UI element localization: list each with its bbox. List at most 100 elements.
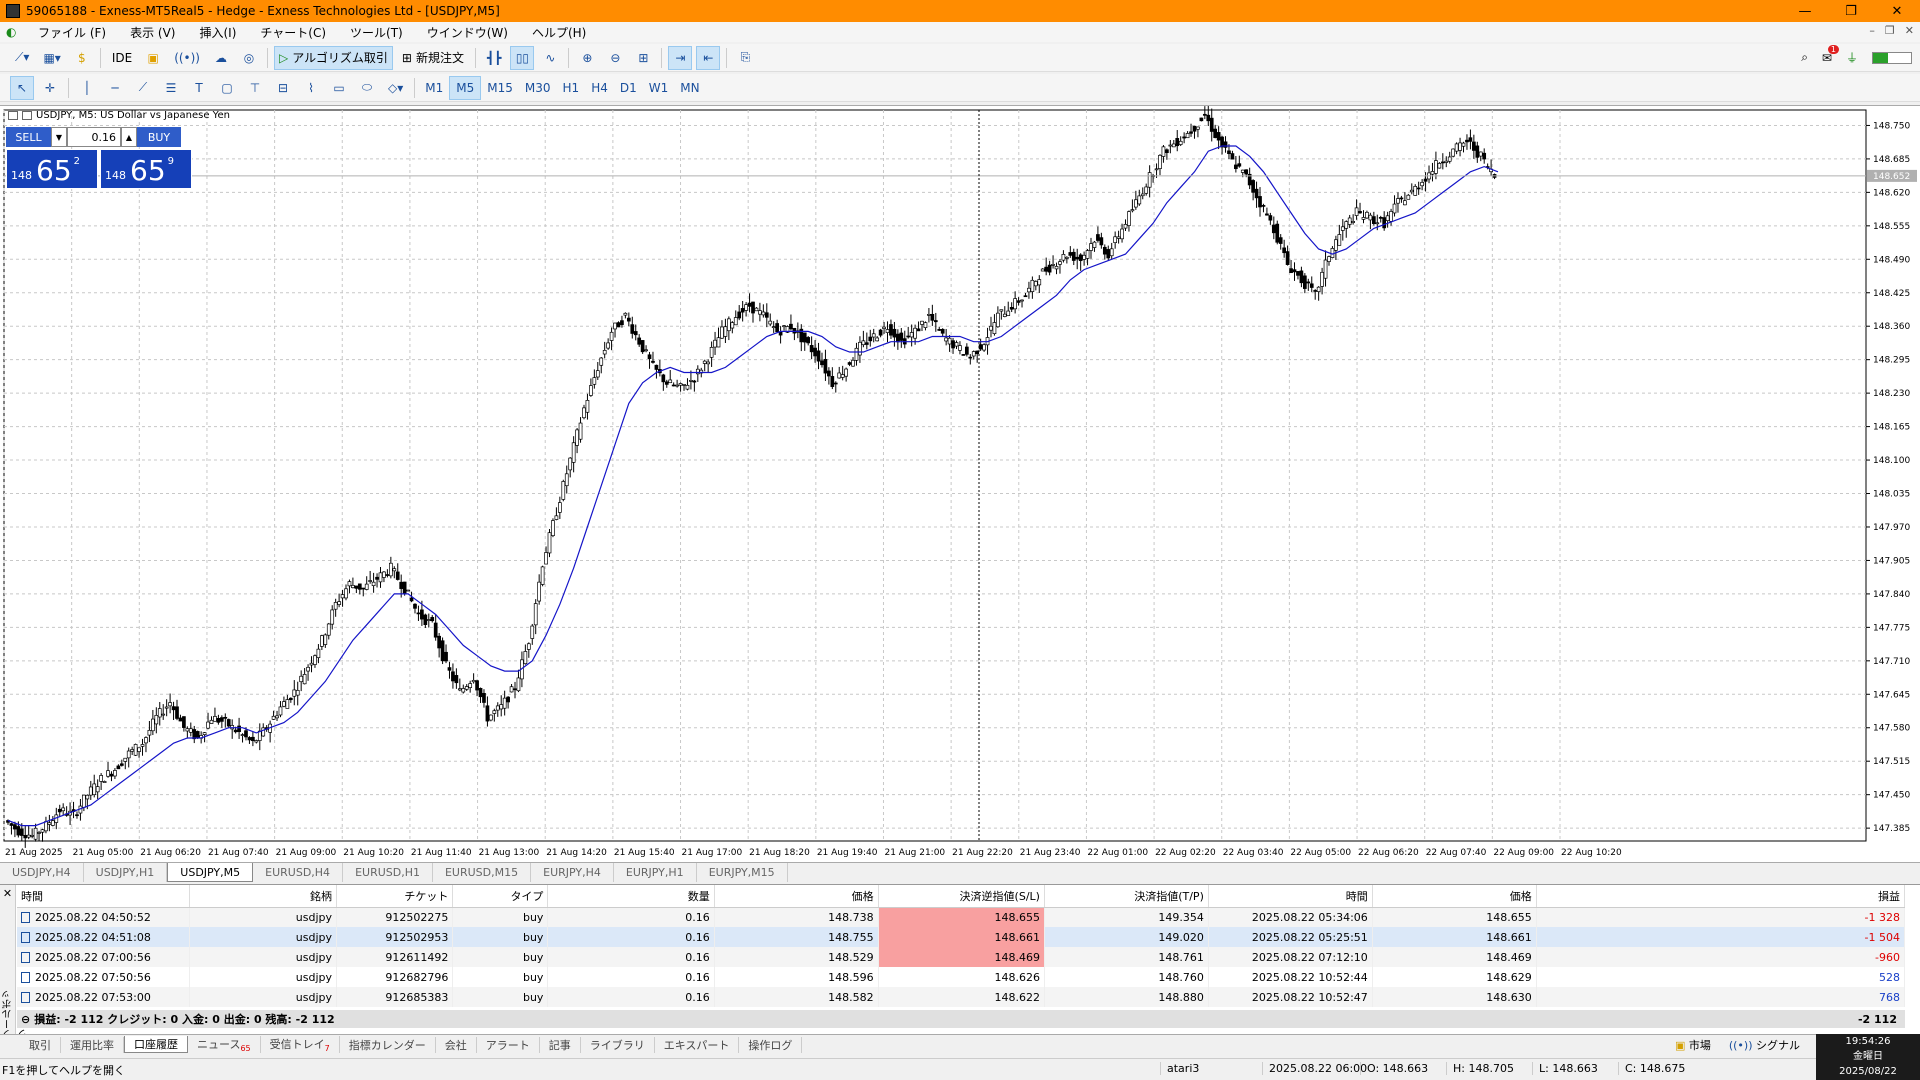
price-chart[interactable]: 148.750 148.685 148.620 148.555 148.490 148.4… — [0, 106, 1920, 863]
chart-shift-icon[interactable]: ⇤ — [696, 45, 721, 70]
sell-button[interactable]: SELL — [6, 127, 51, 147]
toolbox-close-icon[interactable]: ✕ — [0, 887, 15, 900]
mdi-minimize-icon[interactable]: – — [1869, 24, 1875, 37]
mt5-menu-icon[interactable]: ◐ — [6, 25, 26, 39]
menu-insert[interactable]: 挿入(I) — [187, 24, 248, 41]
menu-chart[interactable]: チャート(C) — [248, 24, 338, 41]
col-header-1[interactable]: 銘柄 — [189, 885, 338, 908]
table-row[interactable]: 2025.08.22 07:50:56 usdjpy 912682796 buy 0.1… — [17, 967, 1906, 987]
chart-tab-usdjpy-h4[interactable]: USDJPY,H4 — [0, 863, 84, 882]
table-row[interactable]: 2025.08.22 07:53:00 usdjpy 912685383 buy 0.1… — [17, 987, 1906, 1007]
toolbox-tab-10[interactable]: エキスパート — [655, 1036, 740, 1053]
tile-windows-icon[interactable]: ⊞ — [631, 46, 655, 70]
col-header-2[interactable]: チケット — [336, 885, 454, 908]
col-header-5[interactable]: 価格 — [714, 885, 879, 908]
volume-down-icon[interactable]: ▼ — [51, 127, 67, 147]
tf-h1[interactable]: H1 — [557, 76, 586, 100]
chart-properties-icon[interactable] — [22, 111, 32, 120]
channel-icon[interactable]: ☰ — [159, 76, 183, 100]
text-label-icon[interactable]: ⊤ — [243, 76, 267, 100]
restore-icon[interactable]: ❐ — [1828, 0, 1874, 22]
zoom-out-icon[interactable]: ⊖ — [603, 46, 627, 70]
tf-m15[interactable]: M15 — [481, 76, 519, 100]
volume-input[interactable]: 0.16 — [67, 127, 121, 147]
col-header-3[interactable]: タイプ — [452, 885, 549, 908]
crosshair-icon[interactable]: ✛ — [38, 76, 62, 100]
vertical-line-icon[interactable]: │ — [75, 76, 99, 100]
buy-button[interactable]: BUY — [137, 127, 181, 147]
notifications-icon[interactable]: ✉ 1 — [1822, 44, 1840, 65]
screenshot-icon[interactable]: ⎘ — [733, 46, 757, 70]
chart-menu-icon[interactable] — [8, 111, 18, 120]
col-header-8[interactable]: 時間 — [1208, 885, 1373, 908]
signal-icon[interactable]: ((•)) — [169, 46, 205, 70]
tf-m30[interactable]: M30 — [519, 76, 557, 100]
auto-scroll-icon[interactable]: ⇥ — [668, 45, 693, 70]
col-header-9[interactable]: 価格 — [1372, 885, 1537, 908]
toolbox-tab-1[interactable]: 運用比率 — [61, 1036, 124, 1053]
mdi-close-icon[interactable]: ✕ — [1905, 24, 1914, 37]
tf-mn[interactable]: MN — [674, 76, 705, 100]
collapse-icon[interactable]: ⊖ — [21, 1013, 30, 1026]
search-icon[interactable]: ⌕ — [1801, 50, 1808, 65]
text-icon[interactable]: T — [187, 76, 211, 100]
tf-m1[interactable]: M1 — [419, 76, 449, 100]
tf-w1[interactable]: W1 — [643, 76, 675, 100]
chart-window[interactable]: 148.750 148.685 148.620 148.555 148.490 148.4… — [0, 105, 1920, 862]
toolbox-tab-3[interactable]: ニュース65 — [188, 1035, 261, 1054]
buy-price[interactable]: 148 65 9 — [100, 149, 192, 189]
line-chart-icon[interactable]: ∿ — [538, 46, 562, 70]
chart-tab-eurjpy-h4[interactable]: EURJPY,H4 — [531, 863, 614, 882]
toolbox-tab-6[interactable]: 会社 — [436, 1036, 477, 1053]
new-order-button[interactable]: ⊞ 新規注文 — [397, 46, 469, 70]
menu-tools[interactable]: ツール(T) — [338, 24, 415, 41]
chart-tab-usdjpy-h1[interactable]: USDJPY,H1 — [84, 863, 168, 882]
bag-icon[interactable]: ▣ — [141, 46, 165, 70]
toolbox-tab-2[interactable]: 口座履歴 — [124, 1036, 188, 1053]
dollar-icon[interactable]: $ — [70, 46, 94, 70]
toolbox-tab-5[interactable]: 指標カレンダー — [340, 1036, 436, 1053]
sign-icon[interactable]: ⊟ — [271, 76, 295, 100]
mdi-restore-icon[interactable]: ❐ — [1885, 24, 1895, 37]
tf-d1[interactable]: D1 — [614, 76, 643, 100]
chart-tab-eurjpy-h1[interactable]: EURJPY,H1 — [614, 863, 697, 882]
menu-window[interactable]: ウインドウ(W) — [415, 24, 520, 41]
volume-up-icon[interactable]: ▲ — [121, 127, 137, 147]
chart-tab-eurjpy-m15[interactable]: EURJPY,M15 — [697, 863, 788, 882]
col-header-0[interactable]: 時間 — [17, 885, 190, 908]
vps-icon[interactable]: ◎ — [237, 46, 261, 70]
algo-trading-button[interactable]: ▷ アルゴリズム取引 — [274, 45, 393, 70]
templates-icon[interactable]: ▦▾ — [38, 46, 65, 70]
chart-tab-usdjpy-m5[interactable]: USDJPY,M5 — [167, 863, 254, 882]
col-header-4[interactable]: 数量 — [547, 885, 715, 908]
cloud-icon[interactable]: ☁ — [209, 46, 233, 70]
close-icon[interactable]: ✕ — [1874, 0, 1920, 22]
objects-icon[interactable]: ⬭ — [355, 76, 379, 100]
col-header-10[interactable]: 損益 — [1536, 885, 1906, 908]
ide-button[interactable]: IDE — [107, 46, 137, 70]
trendline-icon[interactable]: ⟋ — [131, 76, 155, 100]
bar-chart-icon[interactable]: ┫┣ — [482, 46, 506, 70]
signal-link[interactable]: ((•)) シグナル — [1729, 1037, 1800, 1053]
minimize-icon[interactable]: — — [1782, 0, 1828, 22]
sell-price[interactable]: 148 65 2 — [6, 149, 98, 189]
toolbox-tab-7[interactable]: アラート — [477, 1036, 540, 1053]
tf-h4[interactable]: H4 — [585, 76, 614, 100]
rectangle-icon[interactable]: ▢ — [215, 76, 239, 100]
col-header-6[interactable]: 決済逆指値(S/L) — [878, 885, 1045, 908]
table-row[interactable]: 2025.08.22 04:51:08 usdjpy 912502953 buy 0.1… — [17, 927, 1906, 947]
chart-type-icon[interactable]: ⟋▾ — [10, 46, 34, 70]
status-profile[interactable]: atari3 — [1160, 1062, 1199, 1075]
chart-tab-eurusd-h1[interactable]: EURUSD,H1 — [343, 863, 433, 882]
toolbox-tab-9[interactable]: ライブラリ — [581, 1036, 655, 1053]
toolbox-tab-4[interactable]: 受信トレイ7 — [261, 1035, 340, 1054]
table-row[interactable]: 2025.08.22 04:50:52 usdjpy 912502275 buy 0.1… — [17, 907, 1906, 927]
ok-icon[interactable]: ▭ — [327, 76, 351, 100]
zoom-in-icon[interactable]: ⊕ — [575, 46, 599, 70]
toolbox-tab-8[interactable]: 記事 — [540, 1036, 581, 1053]
candlestick-icon[interactable]: ▯▯ — [510, 45, 535, 70]
table-row[interactable]: 2025.08.22 07:00:56 usdjpy 912611492 buy 0.1… — [17, 947, 1906, 967]
menu-help[interactable]: ヘルプ(H) — [520, 24, 598, 41]
chart-tab-eurusd-m15[interactable]: EURUSD,M15 — [433, 863, 532, 882]
toolbox-tab-11[interactable]: 操作ログ — [739, 1036, 803, 1053]
